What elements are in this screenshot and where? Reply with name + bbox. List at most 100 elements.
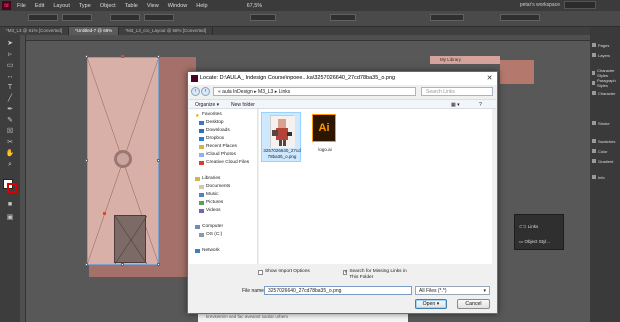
checkbox-checked[interactable] [343, 269, 349, 275]
image-frame[interactable] [114, 215, 148, 265]
menu-layout[interactable]: Layout [53, 3, 70, 9]
thumbnail-graphic [271, 116, 295, 148]
open-button[interactable]: Open ▾ [415, 299, 447, 309]
y-field[interactable] [62, 14, 92, 21]
doc-tab-1[interactable]: *M3_L3 @ 61% [Converted] [0, 27, 70, 35]
panel-character-styles[interactable]: Character Styles [592, 68, 620, 78]
library-panel-tab[interactable]: My Library [430, 56, 500, 64]
panel-character[interactable]: Character [592, 89, 620, 97]
new-folder-button[interactable]: New folder [231, 102, 255, 108]
menu-file[interactable]: File [17, 3, 26, 9]
scale-x-field[interactable] [250, 14, 276, 21]
panel-paragraph-styles[interactable]: Paragraph Styles [592, 78, 620, 88]
menu-object[interactable]: Object [100, 3, 116, 9]
gap-tool-icon[interactable]: ↔ [5, 72, 15, 81]
nav-computer[interactable]: Computer [195, 224, 223, 229]
file-name-input[interactable]: 3257026640_27cd78ba35_o.png [264, 286, 412, 295]
x-field[interactable] [28, 14, 58, 21]
search-input[interactable]: Search Links [421, 87, 493, 96]
height-field[interactable] [144, 14, 174, 21]
search-stock-field[interactable] [564, 1, 596, 9]
selection-handle[interactable] [121, 263, 124, 266]
nav-os-drive[interactable]: OS (C:) [199, 232, 222, 237]
width-field[interactable] [110, 14, 140, 21]
nav-downloads[interactable]: Downloads [199, 128, 230, 133]
selection-handle[interactable] [85, 55, 88, 58]
stroke-weight-field[interactable] [430, 14, 464, 21]
address-bar[interactable]: « aula InDesign ▸ M3_L3 ▸ Links [213, 87, 416, 96]
panel-layers[interactable]: Layers [592, 51, 620, 59]
panel-pages[interactable]: Pages [592, 41, 620, 49]
nav-desktop[interactable]: Desktop [199, 120, 224, 125]
panel-info[interactable]: Info [592, 173, 620, 181]
nav-pictures[interactable]: Pictures [199, 200, 223, 205]
checkbox-unchecked[interactable] [258, 269, 263, 275]
pencil-tool-icon[interactable]: ✎ [5, 116, 15, 125]
nav-network[interactable]: Network [195, 248, 220, 253]
pen-tool-icon[interactable]: ✒ [5, 105, 15, 114]
selection-handle[interactable] [103, 212, 106, 215]
cancel-button[interactable]: Cancel [457, 299, 490, 309]
nav-documents[interactable]: Documents [199, 184, 230, 189]
rectangle-frame-tool-icon[interactable]: ☒ [5, 127, 15, 136]
object-styles-panel-button[interactable]: ▭ Object Styl... [519, 239, 550, 245]
selection-handle[interactable] [157, 55, 160, 58]
circle-shape[interactable] [114, 150, 132, 168]
auto-fit-field[interactable] [500, 14, 540, 21]
nav-dropbox[interactable]: Dropbox [199, 136, 224, 141]
file-item-ai[interactable]: Ai logo.ai [305, 112, 345, 162]
forward-arrow-icon[interactable]: › [201, 87, 210, 96]
apply-color-icon[interactable]: ■ [5, 200, 15, 209]
selection-handle[interactable] [85, 263, 88, 266]
nav-creative-cloud[interactable]: Creative Cloud Files [199, 160, 249, 165]
menu-table[interactable]: Table [125, 3, 138, 9]
menu-window[interactable]: Window [168, 3, 188, 9]
stroke-swatch[interactable] [7, 183, 17, 193]
menu-view[interactable]: View [147, 3, 159, 9]
workspace-switcher[interactable]: petar's workspace [520, 2, 560, 8]
help-icon[interactable]: ? [479, 102, 482, 108]
links-panel-button[interactable]: ⊂⊃ Links [519, 224, 538, 230]
panel-dock: Pages Layers Character Styles Paragraph … [590, 27, 620, 322]
back-arrow-icon[interactable]: ‹ [191, 87, 200, 96]
file-type-select[interactable]: All Files (*.*) ▾ [415, 286, 490, 295]
panel-swatches[interactable]: Swatches [592, 137, 620, 145]
menu-type[interactable]: Type [79, 3, 91, 9]
type-tool-icon[interactable]: T [5, 83, 15, 92]
selection-handle[interactable] [85, 159, 88, 162]
zoom-level[interactable]: 67,5% [247, 3, 263, 9]
rotation-field[interactable] [330, 14, 356, 21]
close-icon[interactable]: ✕ [485, 74, 494, 83]
zoom-tool-icon[interactable]: ⌕ [5, 160, 15, 169]
view-options-icon[interactable]: ▦ ▾ [451, 102, 460, 108]
nav-music[interactable]: Music [199, 192, 219, 197]
menu-edit[interactable]: Edit [35, 3, 44, 9]
scissors-tool-icon[interactable]: ✂ [5, 138, 15, 147]
search-missing-links-checkbox[interactable]: Search for Missing Links in This Folder [343, 269, 413, 281]
menu-help[interactable]: Help [196, 3, 207, 9]
panel-stroke[interactable]: Stroke [592, 119, 620, 127]
nav-recent-places[interactable]: Recent Places [199, 144, 237, 149]
doc-tab-3[interactable]: *M3_L3_cro_Layout @ 68% [Converted] [119, 27, 214, 35]
page-artwork-right [500, 60, 534, 84]
panel-color[interactable]: Color [592, 147, 620, 155]
selection-handle[interactable] [157, 263, 160, 266]
organize-button[interactable]: Organize ▾ [195, 102, 219, 108]
nav-favorites[interactable]: ★ Favorites [195, 112, 222, 119]
nav-videos[interactable]: Videos [199, 208, 221, 213]
nav-libraries[interactable]: Libraries [195, 176, 220, 181]
line-tool-icon[interactable]: ╱ [5, 94, 15, 103]
file-list-scrollbar[interactable] [492, 109, 496, 264]
hand-tool-icon[interactable]: ✋ [5, 149, 15, 158]
page-tool-icon[interactable]: ▭ [5, 61, 15, 70]
show-import-options-checkbox[interactable]: Show Import Options [258, 269, 310, 275]
selection-tool-icon[interactable]: ➤ [5, 39, 15, 48]
nav-icloud[interactable]: iCloud Photos [199, 152, 236, 157]
screen-mode-icon[interactable]: ▣ [5, 213, 15, 222]
selection-handle[interactable] [157, 159, 160, 162]
doc-tab-2[interactable]: *Untitled-7 @ 68% [69, 27, 120, 35]
file-item-png[interactable]: 3257026640_27cd78ba35_o.png [261, 112, 301, 162]
selection-handle[interactable] [121, 55, 124, 58]
direct-selection-tool-icon[interactable]: ▹ [5, 50, 15, 59]
panel-gradient[interactable]: Gradient [592, 157, 620, 165]
